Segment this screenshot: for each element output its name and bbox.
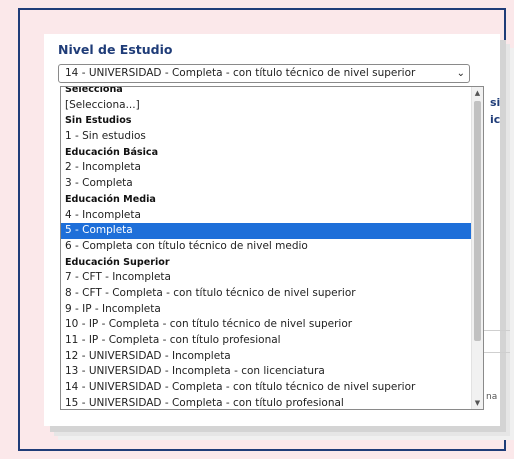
background-text-fragment: na <box>486 392 498 402</box>
option-group-label: Selecciona <box>65 86 123 95</box>
option-item[interactable]: 1 - Sin estudios <box>61 129 472 145</box>
option-item[interactable]: 6 - Completa con título técnico de nivel… <box>61 239 472 255</box>
option-item[interactable]: 13 - UNIVERSIDAD - Incompleta - con lice… <box>61 364 472 380</box>
option-item[interactable]: 4 - Incompleta <box>61 208 472 224</box>
option-highlighted[interactable]: 5 - Completa <box>61 223 472 239</box>
background-text-fragment: ic <box>490 113 501 126</box>
option-item[interactable]: 10 - IP - Completa - con título técnico … <box>61 317 472 333</box>
option-item[interactable]: 9 - IP - Incompleta <box>61 302 472 318</box>
scrollbar-thumb[interactable] <box>474 101 481 341</box>
select-value: 14 - UNIVERSIDAD - Completa - con título… <box>65 67 416 79</box>
field-label: Nivel de Estudio <box>58 42 173 57</box>
option-group-label: Sin Estudios <box>65 115 132 127</box>
option-list: Selecciona [Selecciona...] Sin Estudios 1 -… <box>61 86 472 409</box>
scrollbar[interactable]: ▲ ▼ <box>471 87 483 409</box>
option-item[interactable]: 15 - UNIVERSIDAD - Completa - con título… <box>61 396 472 409</box>
option-item[interactable]: 3 - Completa <box>61 176 472 192</box>
background-divider <box>482 352 510 353</box>
option-group-label: Educación Media <box>65 193 156 205</box>
option-item[interactable]: 12 - UNIVERSIDAD - Incompleta <box>61 349 472 365</box>
option-item[interactable]: 8 - CFT - Completa - con título técnico … <box>61 286 472 302</box>
option-item[interactable]: 2 - Incompleta <box>61 160 472 176</box>
option-item[interactable]: 7 - CFT - Incompleta <box>61 270 472 286</box>
background-text-fragment: si <box>490 96 501 109</box>
option-group-label: Educación Superior <box>65 256 170 268</box>
option-item[interactable]: 14 - UNIVERSIDAD - Completa - con título… <box>61 380 472 396</box>
triangle-up-icon[interactable]: ▲ <box>472 87 483 99</box>
option-group-label: Educación Básica <box>65 146 159 158</box>
chevron-down-icon: ⌄ <box>456 68 465 79</box>
dropdown-list[interactable]: Selecciona [Selecciona...] Sin Estudios 1 -… <box>60 86 484 410</box>
option-item[interactable]: [Selecciona...] <box>61 98 472 114</box>
background-divider <box>482 330 510 331</box>
option-item[interactable]: 11 - IP - Completa - con título profesio… <box>61 333 472 349</box>
triangle-down-icon[interactable]: ▼ <box>472 397 483 409</box>
nivel-estudio-select[interactable]: 14 - UNIVERSIDAD - Completa - con título… <box>58 64 470 83</box>
